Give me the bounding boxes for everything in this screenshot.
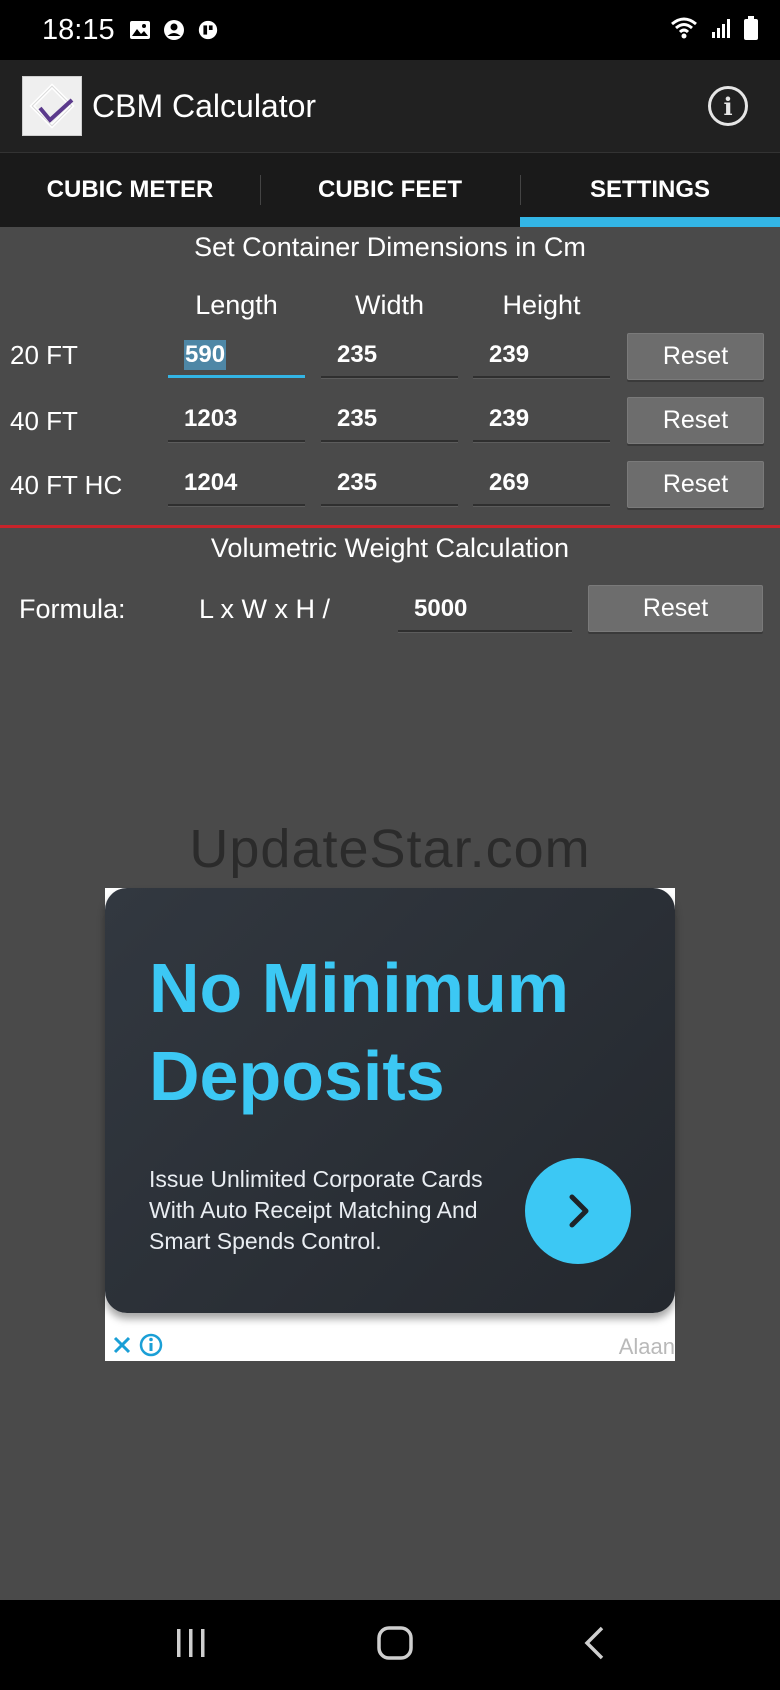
account-circle-icon	[163, 19, 185, 41]
length-value-20ft: 590	[184, 339, 227, 370]
app-badge-icon	[197, 19, 219, 41]
length-input-40ft-hc[interactable]: 1204	[168, 462, 305, 506]
ad-banner[interactable]: No Minimum Deposits Issue Unlimited Corp…	[105, 888, 675, 1361]
tab-cubic-feet[interactable]: CUBIC FEET	[260, 153, 520, 227]
battery-icon	[744, 15, 758, 45]
ad-brand: Alaan	[618, 1334, 675, 1359]
signal-icon	[710, 17, 732, 44]
ad-arrow-button[interactable]	[525, 1158, 631, 1264]
row-label-40ft-hc: 40 FT HC	[10, 470, 123, 500]
column-header-height: Height	[502, 290, 581, 320]
divisor-input[interactable]: 5000	[398, 588, 572, 632]
system-nav-bar	[0, 1600, 780, 1690]
ad-close-icon[interactable]	[111, 1334, 133, 1361]
chevron-right-icon	[569, 1194, 589, 1228]
app-logo-icon	[22, 76, 82, 136]
app-title: CBM Calculator	[92, 87, 317, 124]
info-icon[interactable]: i	[708, 86, 748, 126]
ad-headline-line1: No Minimum	[149, 949, 569, 1027]
volumetric-section-title: Volumetric Weight Calculation	[210, 533, 570, 563]
image-icon	[129, 19, 151, 41]
column-header-width: Width	[354, 290, 425, 320]
length-input-40ft[interactable]: 1203	[168, 398, 305, 442]
height-input-40ft[interactable]: 239	[473, 398, 610, 442]
app-bar: CBM Calculator i	[0, 60, 780, 153]
ad-card[interactable]: No Minimum Deposits Issue Unlimited Corp…	[105, 888, 675, 1313]
row-label-20ft: 20 FT	[10, 340, 78, 370]
height-input-40ft-hc[interactable]: 269	[473, 462, 610, 506]
home-icon[interactable]	[376, 1625, 414, 1666]
watermark: UpdateStar.com	[189, 819, 591, 879]
column-header-length: Length	[195, 290, 278, 320]
recents-icon[interactable]	[174, 1627, 208, 1664]
status-bar: 18:15	[0, 0, 780, 60]
ad-controls	[111, 1333, 163, 1362]
section-divider	[0, 525, 780, 528]
reset-button-40ft[interactable]: Reset	[627, 397, 764, 444]
row-label-40ft: 40 FT	[10, 406, 78, 436]
width-input-40ft[interactable]: 235	[321, 398, 458, 442]
reset-button-40ft-hc[interactable]: Reset	[627, 461, 764, 508]
width-input-20ft[interactable]: 235	[321, 334, 458, 378]
reset-button-20ft[interactable]: Reset	[627, 333, 764, 380]
height-input-20ft[interactable]: 239	[473, 334, 610, 378]
container-section-title: Set Container Dimensions in Cm	[194, 232, 586, 262]
wifi-icon	[670, 17, 698, 44]
tab-cubic-meter[interactable]: CUBIC METER	[0, 153, 260, 227]
tab-settings[interactable]: SETTINGS	[520, 153, 780, 227]
ad-body-text: Issue Unlimited Corporate Cards With Aut…	[149, 1166, 483, 1254]
reset-button-formula[interactable]: Reset	[588, 585, 763, 632]
ad-headline: No Minimum Deposits	[149, 944, 649, 1120]
width-input-40ft-hc[interactable]: 235	[321, 462, 458, 506]
tab-bar: CUBIC METER CUBIC FEET SETTINGS	[0, 153, 780, 227]
back-icon[interactable]	[582, 1625, 606, 1666]
status-time: 18:15	[42, 13, 115, 46]
ad-headline-line2: Deposits	[149, 1037, 445, 1115]
length-input-20ft[interactable]: 590	[168, 334, 305, 378]
formula-label: Formula:	[19, 594, 126, 624]
formula-expression: L x W x H /	[199, 594, 331, 624]
ad-info-icon[interactable]	[139, 1333, 163, 1362]
